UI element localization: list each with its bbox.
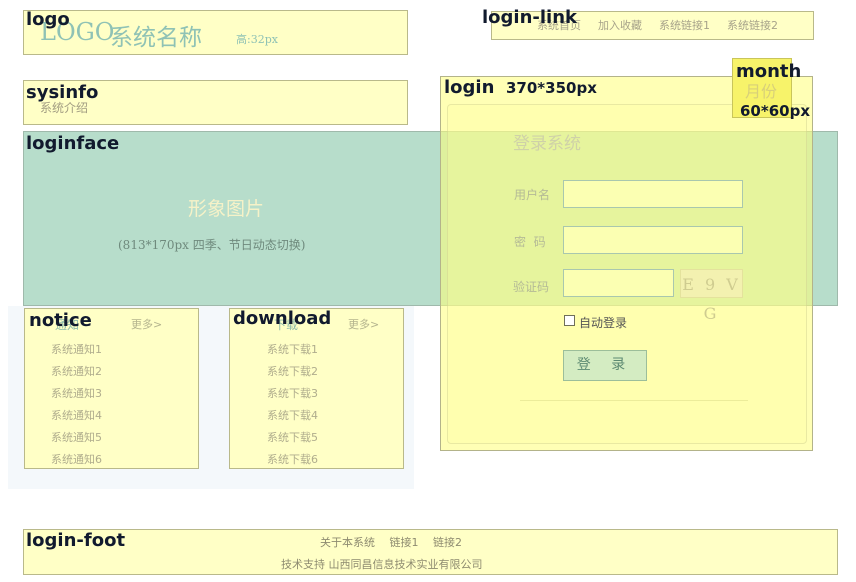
annotation-logo: logo (26, 9, 70, 30)
footer-link-about[interactable]: 关于本系统 (320, 536, 375, 549)
annotation-login-foot: login-foot (26, 530, 126, 551)
download-item[interactable]: 系统下载1 (267, 341, 318, 357)
notice-item[interactable]: 系统通知6 (51, 451, 102, 467)
captcha-label: 验证码 (513, 280, 550, 294)
notice-item[interactable]: 系统通知1 (51, 341, 102, 357)
annotation-login: login (444, 77, 495, 98)
footer-link-1[interactable]: 链接1 (390, 536, 419, 549)
logo-height-note: 高:32px (236, 33, 278, 46)
footer-links: 关于本系统 链接1 链接2 (320, 534, 473, 550)
banner-title: 形象图片 (188, 198, 265, 220)
annotation-month-size: 60*60px (740, 102, 811, 120)
captcha-input[interactable] (563, 269, 674, 297)
password-label: 密 码 (514, 235, 546, 249)
link-system-2[interactable]: 系统链接2 (727, 17, 778, 33)
banner-subtitle: (813*170px 四季、节日动态切换) (118, 238, 306, 252)
username-label: 用户名 (514, 188, 551, 202)
annotation-month: month (736, 61, 802, 82)
password-input[interactable] (563, 226, 743, 254)
footer-support: 技术支持 山西同昌信息技术实业有限公司 (281, 558, 483, 571)
download-item[interactable]: 系统下载4 (267, 407, 318, 423)
download-item[interactable]: 系统下载5 (267, 429, 318, 445)
download-item[interactable]: 系统下载3 (267, 385, 318, 401)
notice-more-link[interactable]: 更多> (131, 316, 162, 332)
remember-checkbox[interactable] (564, 315, 575, 326)
download-more-link[interactable]: 更多> (348, 316, 379, 332)
notice-item[interactable]: 系统通知2 (51, 363, 102, 379)
login-divider (520, 400, 748, 401)
notice-item[interactable]: 系统通知5 (51, 429, 102, 445)
login-button[interactable]: 登 录 (563, 350, 647, 381)
notice-item[interactable]: 系统通知3 (51, 385, 102, 401)
username-input[interactable] (563, 180, 743, 208)
annotation-login-link: login-link (482, 7, 578, 28)
captcha-image[interactable]: E 9 V G (680, 269, 743, 323)
annotation-notice: notice (29, 310, 92, 331)
link-system-1[interactable]: 系统链接1 (659, 17, 710, 33)
system-name: 系统名称 (110, 25, 202, 51)
annotation-download: download (233, 308, 332, 329)
notice-item[interactable]: 系统通知4 (51, 407, 102, 423)
download-item[interactable]: 系统下载2 (267, 363, 318, 379)
annotation-sysinfo: sysinfo (26, 82, 99, 103)
link-add-favorite[interactable]: 加入收藏 (598, 17, 642, 33)
remember-label[interactable]: 自动登录 (579, 314, 627, 331)
annotation-loginface: loginface (26, 133, 120, 154)
download-item[interactable]: 系统下载6 (267, 451, 318, 467)
annotation-login-size: 370*350px (506, 79, 597, 97)
footer-link-2[interactable]: 链接2 (433, 536, 462, 549)
login-title: 登录系统 (513, 134, 581, 154)
